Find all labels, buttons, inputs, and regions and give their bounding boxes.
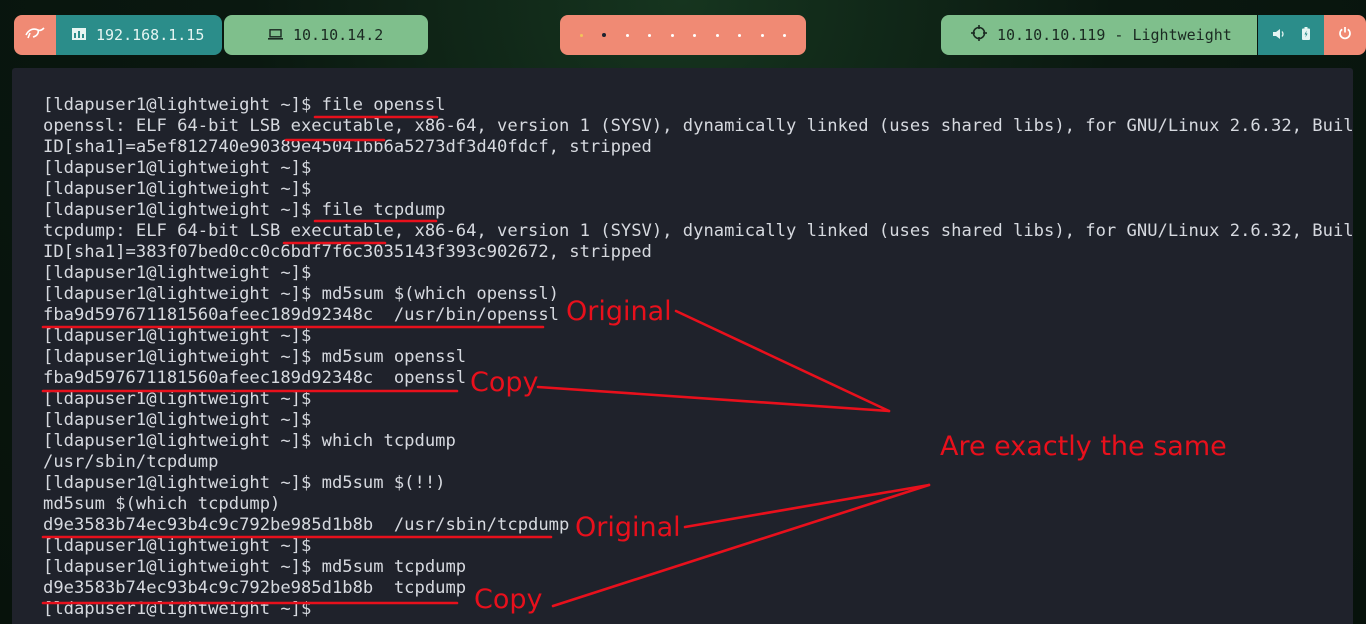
terminal-line: d9e3583b74ec93b4c9c792be985d1b8b tcpdump — [43, 578, 467, 598]
network-icon — [72, 26, 86, 44]
terminal-line: [ldapuser1@lightweight ~]$ md5sum $(!!) — [43, 473, 446, 493]
target-label: 10.10.10.119 - Lightweight — [997, 26, 1232, 44]
top-status-bar: 192.168.1.15 10.10.14.2 10.10.10.119 - L… — [0, 0, 1366, 68]
power-icon — [1338, 26, 1352, 44]
terminal-line: [ldapuser1@lightweight ~]$ md5sum tcpdum… — [43, 557, 467, 577]
terminal-line: [ldapuser1@lightweight ~]$ file tcpdump — [43, 200, 446, 220]
workspace-dot-10[interactable] — [783, 33, 787, 37]
vpn-ip-label: 10.10.14.2 — [293, 26, 384, 44]
terminal-line: [ldapuser1@lightweight ~]$ — [43, 326, 312, 346]
terminal-line: md5sum $(which tcpdump) — [43, 494, 281, 514]
terminal-line: ID[sha1]=383f07bed0cc0c6bdf7f6c3035143f3… — [43, 242, 652, 262]
workspace-dot-1[interactable] — [579, 33, 583, 37]
terminal-line: ID[sha1]=a5ef812740e90389e45041bb6a5273d… — [43, 137, 652, 157]
workspace-dot-5[interactable] — [670, 33, 674, 37]
terminal-line: fba9d597671181560afeec189d92348c /usr/bi… — [43, 305, 559, 325]
terminal-line: [ldapuser1@lightweight ~]$ which tcpdump — [43, 431, 456, 451]
terminal-line: tcpdump: ELF 64-bit LSB executable, x86-… — [43, 221, 1353, 241]
volume-icon[interactable] — [1272, 26, 1285, 44]
system-tray — [1258, 15, 1324, 55]
terminal-line: [ldapuser1@lightweight ~]$ — [43, 410, 312, 430]
workspace-dot-8[interactable] — [738, 33, 742, 37]
kali-dragon-icon — [25, 26, 45, 44]
terminal-line: [ldapuser1@lightweight ~]$ — [43, 599, 312, 619]
terminal-line: fba9d597671181560afeec189d92348c openssl — [43, 368, 467, 388]
local-ip-label: 192.168.1.15 — [96, 26, 205, 44]
terminal-line: [ldapuser1@lightweight ~]$ — [43, 263, 312, 283]
terminal-line: openssl: ELF 64-bit LSB executable, x86-… — [43, 116, 1353, 136]
terminal-line: [ldapuser1@lightweight ~]$ — [43, 536, 312, 556]
terminal-line: [ldapuser1@lightweight ~]$ — [43, 389, 312, 409]
crosshair-icon — [971, 25, 987, 45]
terminal-output: [ldapuser1@lightweight ~]$ file openssl o… — [43, 95, 1353, 620]
terminal-line: /usr/sbin/tcpdump — [43, 452, 219, 472]
power-button[interactable] — [1324, 15, 1366, 55]
target-widget[interactable]: 10.10.10.119 - Lightweight — [941, 15, 1257, 55]
terminal-line: [ldapuser1@lightweight ~]$ — [43, 179, 312, 199]
workspace-dot-3[interactable] — [625, 33, 629, 37]
battery-icon[interactable] — [1301, 26, 1310, 44]
terminal-line: [ldapuser1@lightweight ~]$ — [43, 158, 312, 178]
workspace-switcher[interactable] — [560, 15, 806, 55]
local-ip-widget[interactable]: 192.168.1.15 — [56, 15, 222, 55]
laptop-icon — [268, 26, 283, 44]
terminal-line: [ldapuser1@lightweight ~]$ file openssl — [43, 95, 446, 115]
workspace-dot-2[interactable] — [602, 33, 607, 37]
workspace-dot-9[interactable] — [760, 33, 764, 37]
workspace-dot-4[interactable] — [648, 33, 652, 37]
terminal-window[interactable]: [ldapuser1@lightweight ~]$ file openssl o… — [12, 68, 1353, 624]
terminal-line: d9e3583b74ec93b4c9c792be985d1b8b /usr/sb… — [43, 515, 570, 535]
terminal-line: [ldapuser1@lightweight ~]$ md5sum $(whic… — [43, 284, 559, 304]
app-menu-button[interactable] — [14, 15, 56, 55]
vpn-ip-widget[interactable]: 10.10.14.2 — [224, 15, 428, 55]
terminal-line: [ldapuser1@lightweight ~]$ md5sum openss… — [43, 347, 467, 367]
workspace-dot-6[interactable] — [693, 33, 697, 37]
workspace-dot-7[interactable] — [715, 33, 719, 37]
